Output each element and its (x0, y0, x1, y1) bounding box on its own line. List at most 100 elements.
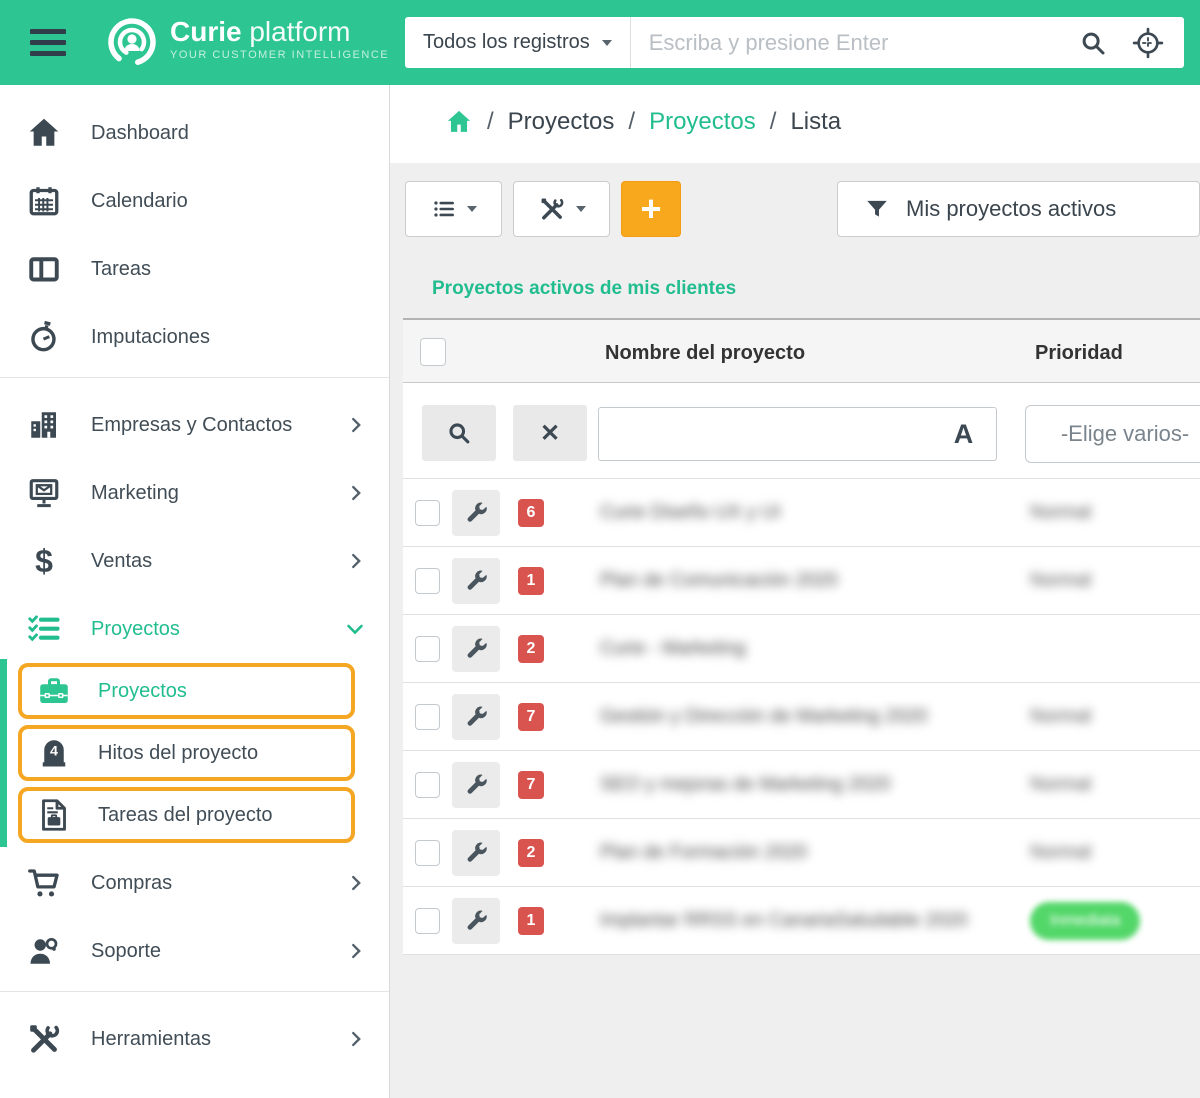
clear-search-button[interactable]: ✕ (513, 405, 587, 461)
support-headset-icon (24, 933, 64, 969)
row-actions-button[interactable] (452, 762, 500, 808)
sidebar-item-ventas[interactable]: $ Ventas (0, 527, 389, 595)
chevron-down-icon (576, 206, 586, 212)
row-actions-button[interactable] (452, 558, 500, 604)
task-count-badge: 2 (518, 839, 544, 867)
select-all-checkbox[interactable] (420, 338, 446, 366)
sidebar-item-dashboard[interactable]: Dashboard (0, 99, 389, 167)
sidebar-item-label: Tareas (91, 258, 151, 281)
sidebar-item-tareas[interactable]: Tareas (0, 235, 389, 303)
sidebar-item-label: Soporte (91, 940, 161, 963)
columns-board-icon (24, 251, 64, 287)
active-filter-button[interactable]: Mis proyectos activos (837, 181, 1200, 237)
sidebar-nav: Dashboard Calendario (0, 85, 390, 1098)
chevron-right-icon (345, 414, 367, 436)
exact-match-button[interactable]: A (931, 407, 997, 461)
sidebar-item-label: Imputaciones (91, 326, 210, 349)
priority-value: Normal (1030, 774, 1091, 796)
chevron-right-icon (345, 940, 367, 962)
sidebar-item-marketing[interactable]: Marketing (0, 459, 389, 527)
clear-x-icon: ✕ (540, 419, 560, 448)
wrench-icon (463, 704, 489, 730)
task-count-badge: 2 (518, 635, 544, 663)
task-count-badge: 1 (518, 907, 544, 935)
list-icon (431, 196, 457, 222)
calendar-icon (24, 183, 64, 219)
sidebar-item-soporte[interactable]: Soporte (0, 917, 389, 985)
sidebar-item-label: Compras (91, 872, 172, 895)
chevron-down-icon (602, 40, 612, 46)
wrench-icon (463, 636, 489, 662)
locate-target-icon[interactable] (1132, 27, 1164, 59)
row-actions-button[interactable] (452, 490, 500, 536)
divider (403, 954, 1200, 955)
document-briefcase-icon (34, 797, 74, 833)
row-actions-button[interactable] (452, 830, 500, 876)
row-checkbox[interactable] (415, 772, 440, 798)
list-view-dropdown-button[interactable] (405, 181, 502, 237)
home-icon (24, 115, 64, 151)
row-checkbox[interactable] (415, 704, 440, 730)
row-actions-button[interactable] (452, 626, 500, 672)
sidebar-item-empresas-contactos[interactable]: Empresas y Contactos (0, 391, 389, 459)
sidebar-item-label: Marketing (91, 482, 179, 505)
sidebar-item-imputaciones[interactable]: Imputaciones (0, 303, 389, 371)
sidebar-item-calendario[interactable]: Calendario (0, 167, 389, 235)
name-filter-input[interactable] (598, 407, 932, 461)
cart-icon (24, 865, 64, 901)
apply-search-button[interactable] (422, 405, 496, 461)
row-actions-button[interactable] (452, 898, 500, 944)
table-row: 7 Gestión y Dirección de Marketing 2020 … (403, 682, 1200, 750)
priority-status-badge: Inmediata (1030, 902, 1140, 940)
tools-dropdown-button[interactable] (513, 181, 610, 237)
sidebar-subitem-tareas-proyecto[interactable]: Tareas del proyecto (18, 787, 355, 843)
search-icon (445, 419, 473, 447)
sidebar-subitem-proyectos[interactable]: Proyectos (18, 663, 355, 719)
wrench-icon (463, 908, 489, 934)
project-name-link[interactable]: Gestión y Dirección de Marketing 2020 (600, 706, 927, 728)
sidebar-subitem-hitos[interactable]: 4 Hitos del proyecto (18, 725, 355, 781)
global-search-input[interactable] (631, 30, 1078, 56)
breadcrumb-separator: / (770, 108, 777, 136)
row-checkbox[interactable] (415, 500, 440, 526)
row-actions-button[interactable] (452, 694, 500, 740)
table-row: 1 Plan de Comunicación 2020 Normal (403, 546, 1200, 614)
active-section-indicator (0, 659, 7, 847)
breadcrumb-separator: / (628, 108, 635, 136)
row-checkbox[interactable] (415, 568, 440, 594)
project-name-link[interactable]: Curie - Marketing (600, 638, 746, 660)
project-name-link[interactable]: Implantar RRSS en CanariaSaludable 2020 (600, 910, 968, 932)
dollar-icon: $ (24, 545, 64, 577)
table-row: 1 Implantar RRSS en CanariaSaludable 202… (403, 886, 1200, 954)
task-count-badge: 1 (518, 567, 544, 595)
search-scope-dropdown[interactable]: Todos los registros (405, 17, 630, 68)
search-icon[interactable] (1078, 28, 1108, 58)
sidebar-item-compras[interactable]: Compras (0, 849, 389, 917)
tools-icon (24, 1021, 64, 1057)
view-title: Proyectos activos de mis clientes (432, 278, 736, 300)
priority-multiselect[interactable]: -Elige varios- (1025, 405, 1200, 463)
home-breadcrumb-icon[interactable] (445, 108, 473, 136)
row-checkbox[interactable] (415, 636, 440, 662)
project-name-link[interactable]: Plan de Formación 2020 (600, 842, 807, 864)
breadcrumb-level1[interactable]: Proyectos (508, 108, 615, 136)
priority-value: Normal (1030, 502, 1091, 524)
sidebar-item-label: Ventas (91, 550, 152, 573)
sidebar-item-label: Herramientas (91, 1028, 211, 1051)
breadcrumb-level2[interactable]: Proyectos (649, 108, 756, 136)
sidebar-subitem-label: Hitos del proyecto (98, 742, 258, 765)
briefcase-icon (34, 673, 74, 709)
project-name-link[interactable]: Curie Diseño UX y UI (600, 502, 781, 524)
brand-text: Curie platform YOUR CUSTOMER INTELLIGENC… (170, 17, 389, 61)
checklist-icon (24, 611, 64, 647)
hamburger-menu-icon[interactable] (30, 29, 66, 62)
add-record-button[interactable]: + (621, 181, 681, 237)
breadcrumb-level3: Lista (790, 108, 841, 136)
table-header-row: Nombre del proyecto Prioridad (403, 318, 1200, 383)
sidebar-item-herramientas[interactable]: Herramientas (0, 1005, 389, 1073)
row-checkbox[interactable] (415, 840, 440, 866)
sidebar-item-proyectos[interactable]: Proyectos (0, 595, 389, 663)
project-name-link[interactable]: SEO y mejoras de Marketing 2020 (600, 774, 890, 796)
row-checkbox[interactable] (415, 908, 440, 934)
project-name-link[interactable]: Plan de Comunicación 2020 (600, 570, 838, 592)
